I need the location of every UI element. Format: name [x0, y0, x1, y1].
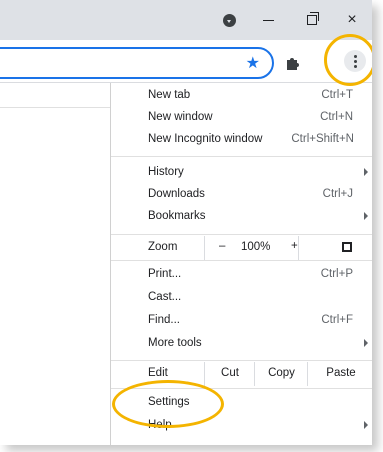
bookmark-star-icon[interactable]: ★ — [246, 53, 260, 73]
menu-item-downloads[interactable]: Downloads Ctrl+J — [111, 184, 372, 206]
zoom-in-button[interactable]: + — [291, 240, 298, 252]
copy-button[interactable]: Copy — [254, 362, 308, 386]
menu-item-more-tools[interactable]: More tools — [111, 333, 372, 355]
menu-item-bookmarks[interactable]: Bookmarks — [111, 206, 372, 228]
cut-button[interactable]: Cut — [204, 362, 255, 386]
settings-highlight — [112, 380, 224, 428]
zoom-out-button[interactable]: – — [219, 240, 225, 252]
toolbar: ★ — [0, 40, 372, 83]
maximize-icon[interactable] — [298, 8, 326, 32]
paste-button[interactable]: Paste — [307, 362, 372, 386]
chevron-right-icon — [364, 421, 368, 429]
fullscreen-icon — [342, 242, 352, 252]
page-divider — [0, 107, 110, 108]
browser-window: × ★ New tab Ctrl+T New window Ctrl+N New I… — [0, 0, 372, 445]
menu-item-new-tab[interactable]: New tab Ctrl+T — [111, 85, 372, 107]
chevron-right-icon — [364, 339, 368, 347]
menu-item-new-window[interactable]: New window Ctrl+N — [111, 107, 372, 129]
close-icon[interactable]: × — [338, 8, 366, 32]
address-bar[interactable]: ★ — [0, 47, 274, 79]
extensions-puzzle-icon[interactable] — [284, 56, 302, 70]
menu-item-find[interactable]: Find... Ctrl+F — [111, 310, 372, 332]
profile-icon[interactable] — [215, 8, 243, 32]
zoom-label: Zoom — [148, 241, 178, 253]
edit-label: Edit — [148, 367, 168, 379]
chevron-right-icon — [364, 168, 368, 176]
menu-separator — [111, 360, 372, 361]
chevron-right-icon — [364, 212, 368, 220]
menu-separator — [111, 260, 372, 261]
menu-item-history[interactable]: History — [111, 162, 372, 184]
menu-item-cast[interactable]: Cast... — [111, 287, 372, 309]
menu-item-new-incognito-window[interactable]: New Incognito window Ctrl+Shift+N — [111, 129, 372, 151]
minimize-icon[interactable] — [254, 8, 282, 32]
menu-separator — [111, 234, 372, 235]
menu-separator — [111, 156, 372, 157]
zoom-row: Zoom – 100% + — [111, 236, 372, 260]
menu-item-print[interactable]: Print... Ctrl+P — [111, 264, 372, 286]
zoom-level: 100% — [241, 241, 271, 253]
fullscreen-button[interactable] — [298, 236, 372, 260]
menu-button-highlight — [324, 34, 372, 86]
title-bar: × — [0, 0, 372, 40]
